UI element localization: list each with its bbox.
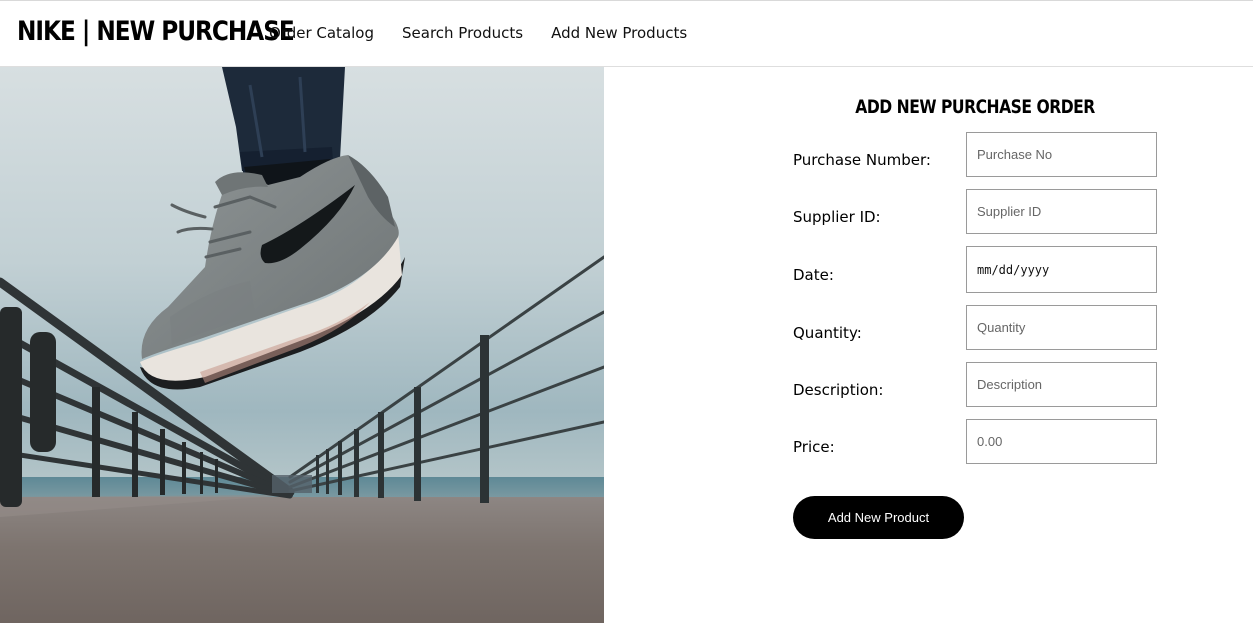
quantity-input[interactable]: [966, 305, 1157, 350]
price-input[interactable]: [966, 419, 1157, 464]
brand-title[interactable]: NIKE | NEW PURCHASE: [17, 15, 295, 49]
nav-add-new-products[interactable]: Add New Products: [551, 23, 687, 43]
nav-search-products[interactable]: Search Products: [402, 23, 523, 43]
hero-sneaker-image: [0, 67, 604, 623]
supplier-id-input[interactable]: [966, 189, 1157, 234]
label-date: Date:: [793, 266, 834, 284]
nav-order-catalog[interactable]: Order Catalog: [269, 23, 374, 43]
label-purchase-number: Purchase Number:: [793, 151, 931, 169]
description-input[interactable]: [966, 362, 1157, 407]
label-quantity: Quantity:: [793, 324, 862, 342]
main-nav: Order Catalog Search Products Add New Pr…: [269, 23, 687, 43]
top-navbar: NIKE | NEW PURCHASE Order Catalog Search…: [0, 0, 1253, 67]
form-title: ADD NEW PURCHASE ORDER: [793, 95, 1157, 119]
label-price: Price:: [793, 438, 835, 456]
date-placeholder: mm/dd/yyyy: [977, 262, 1050, 277]
add-new-product-button[interactable]: Add New Product: [793, 496, 964, 539]
label-description: Description:: [793, 381, 884, 399]
label-supplier-id: Supplier ID:: [793, 208, 881, 226]
form-title-text: ADD NEW PURCHASE ORDER: [855, 96, 1095, 118]
date-input[interactable]: mm/dd/yyyy: [966, 246, 1157, 293]
purchase-number-input[interactable]: [966, 132, 1157, 177]
